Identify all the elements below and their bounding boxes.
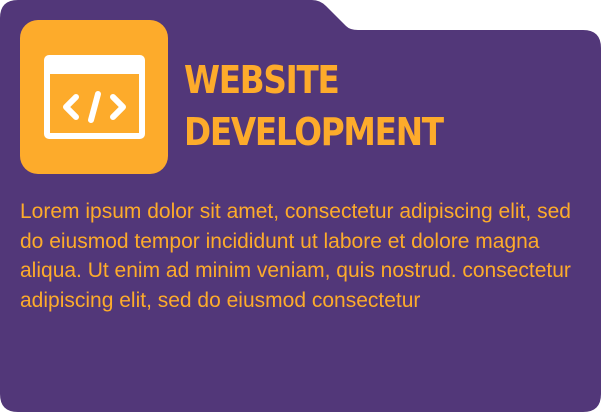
service-card: WEBSITE DEVELOPMENT Lorem ipsum dolor si… (0, 0, 601, 412)
card-description: Lorem ipsum dolor sit amet, consectetur … (20, 200, 571, 312)
card-title: WEBSITE DEVELOPMENT (184, 54, 511, 158)
title-line-2: DEVELOPMENT (184, 110, 444, 154)
title-line-1: WEBSITE (184, 58, 340, 102)
icon-tile (20, 20, 168, 174)
code-window-icon (20, 20, 168, 174)
